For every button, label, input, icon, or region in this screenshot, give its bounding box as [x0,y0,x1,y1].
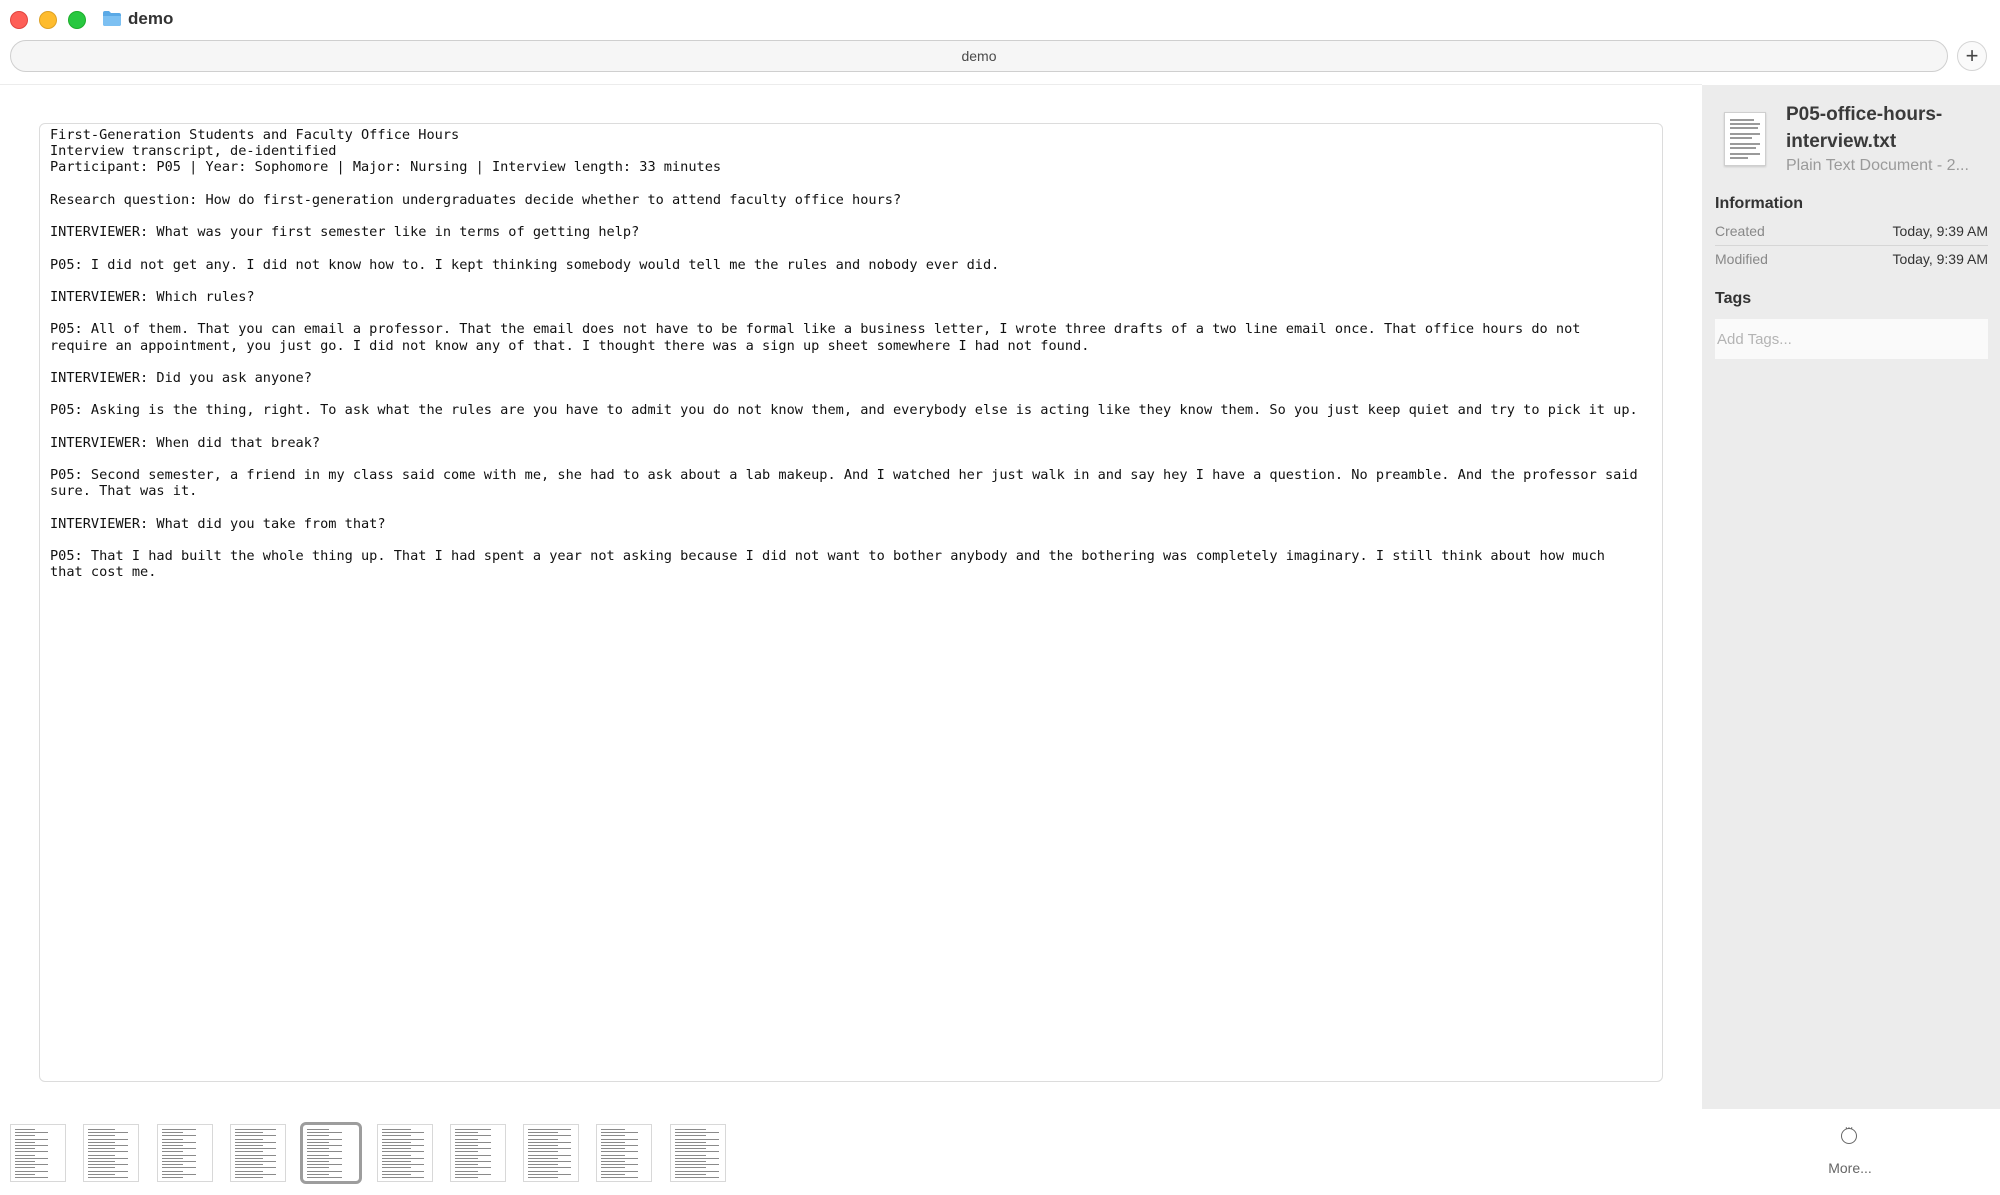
folder-icon [103,11,121,26]
more-button-label: More... [1828,1160,1872,1176]
modified-value: Today, 9:39 AM [1892,251,1988,267]
document-line: P05: Asking is the thing, right. To ask … [50,402,1638,419]
zoom-window-button[interactable] [68,11,86,29]
page-thumbnail[interactable] [596,1124,653,1182]
page-thumbnail[interactable] [10,1124,66,1182]
document-text: First-Generation Students and Faculty Of… [40,124,1662,581]
file-kind: Plain Text Document - 2... [1786,157,1969,174]
document-line: INTERVIEWER: What did you take from that… [50,515,386,532]
document-line: INTERVIEWER: What was your first semeste… [50,224,640,241]
created-row: Created Today, 9:39 AM [1715,217,1988,245]
document-line: P05: All of them. That you can email a p… [50,321,1581,338]
document-line: First-Generation Students and Faculty Of… [50,127,460,143]
document-line: P05: I did not get any. I did not know h… [50,256,1000,273]
document-line: P05: That I had built the whole thing up… [50,548,1605,565]
document-line: INTERVIEWER: Did you ask anyone? [50,370,312,387]
page-thumbnail[interactable] [300,1122,362,1184]
ellipsis-circle-icon [1841,1122,1857,1144]
file-name: P05-office-hours-interview.txt [1786,104,1943,152]
page-thumbnail[interactable] [523,1124,580,1182]
window-title: demo [128,9,174,28]
tags-heading: Tags [1715,290,1752,307]
document-line: INTERVIEWER: When did that break? [50,434,321,451]
document-line: Research question: How do first-generati… [50,191,902,208]
document-viewer[interactable]: First-Generation Students and Faculty Of… [39,123,1663,1082]
path-bar[interactable]: demo [10,40,1948,72]
tags-input[interactable] [1715,319,1988,359]
page-thumbnail[interactable] [83,1124,140,1182]
document-line: that cost me. [50,564,157,581]
modified-label: Modified [1715,251,1768,267]
document-line: Participant: P05 | Year: Sophomore | Maj… [50,159,722,176]
toolbar-divider [0,84,1702,85]
document-line: Interview transcript, de-identified [50,143,337,160]
page-thumbnail[interactable] [669,1124,726,1182]
document-line: require an appointment, you just go. I d… [50,337,1090,354]
page-thumbnail[interactable] [229,1124,286,1182]
inspector-sidebar: P05-office-hours-interview.txt Plain Tex… [1702,85,2000,1109]
created-label: Created [1715,223,1765,239]
minimize-window-button[interactable] [39,11,57,29]
page-thumbnail[interactable] [156,1124,213,1182]
new-tab-button[interactable]: + [1957,41,1987,71]
document-line: P05: Second semester, a friend in my cla… [50,467,1638,484]
page-thumbnail-strip [0,1109,2000,1195]
more-button[interactable]: More... [1822,1122,1878,1178]
close-window-button[interactable] [10,11,28,29]
title-bar: demo [0,0,2000,40]
page-thumbnail[interactable] [449,1124,506,1182]
page-thumbnail[interactable] [376,1124,433,1182]
document-icon [1724,112,1766,166]
modified-row: Modified Today, 9:39 AM [1715,245,1988,273]
created-value: Today, 9:39 AM [1892,223,1988,239]
information-heading: Information [1715,195,1803,212]
document-line: INTERVIEWER: Which rules? [50,289,255,306]
document-line: sure. That was it. [50,483,198,500]
